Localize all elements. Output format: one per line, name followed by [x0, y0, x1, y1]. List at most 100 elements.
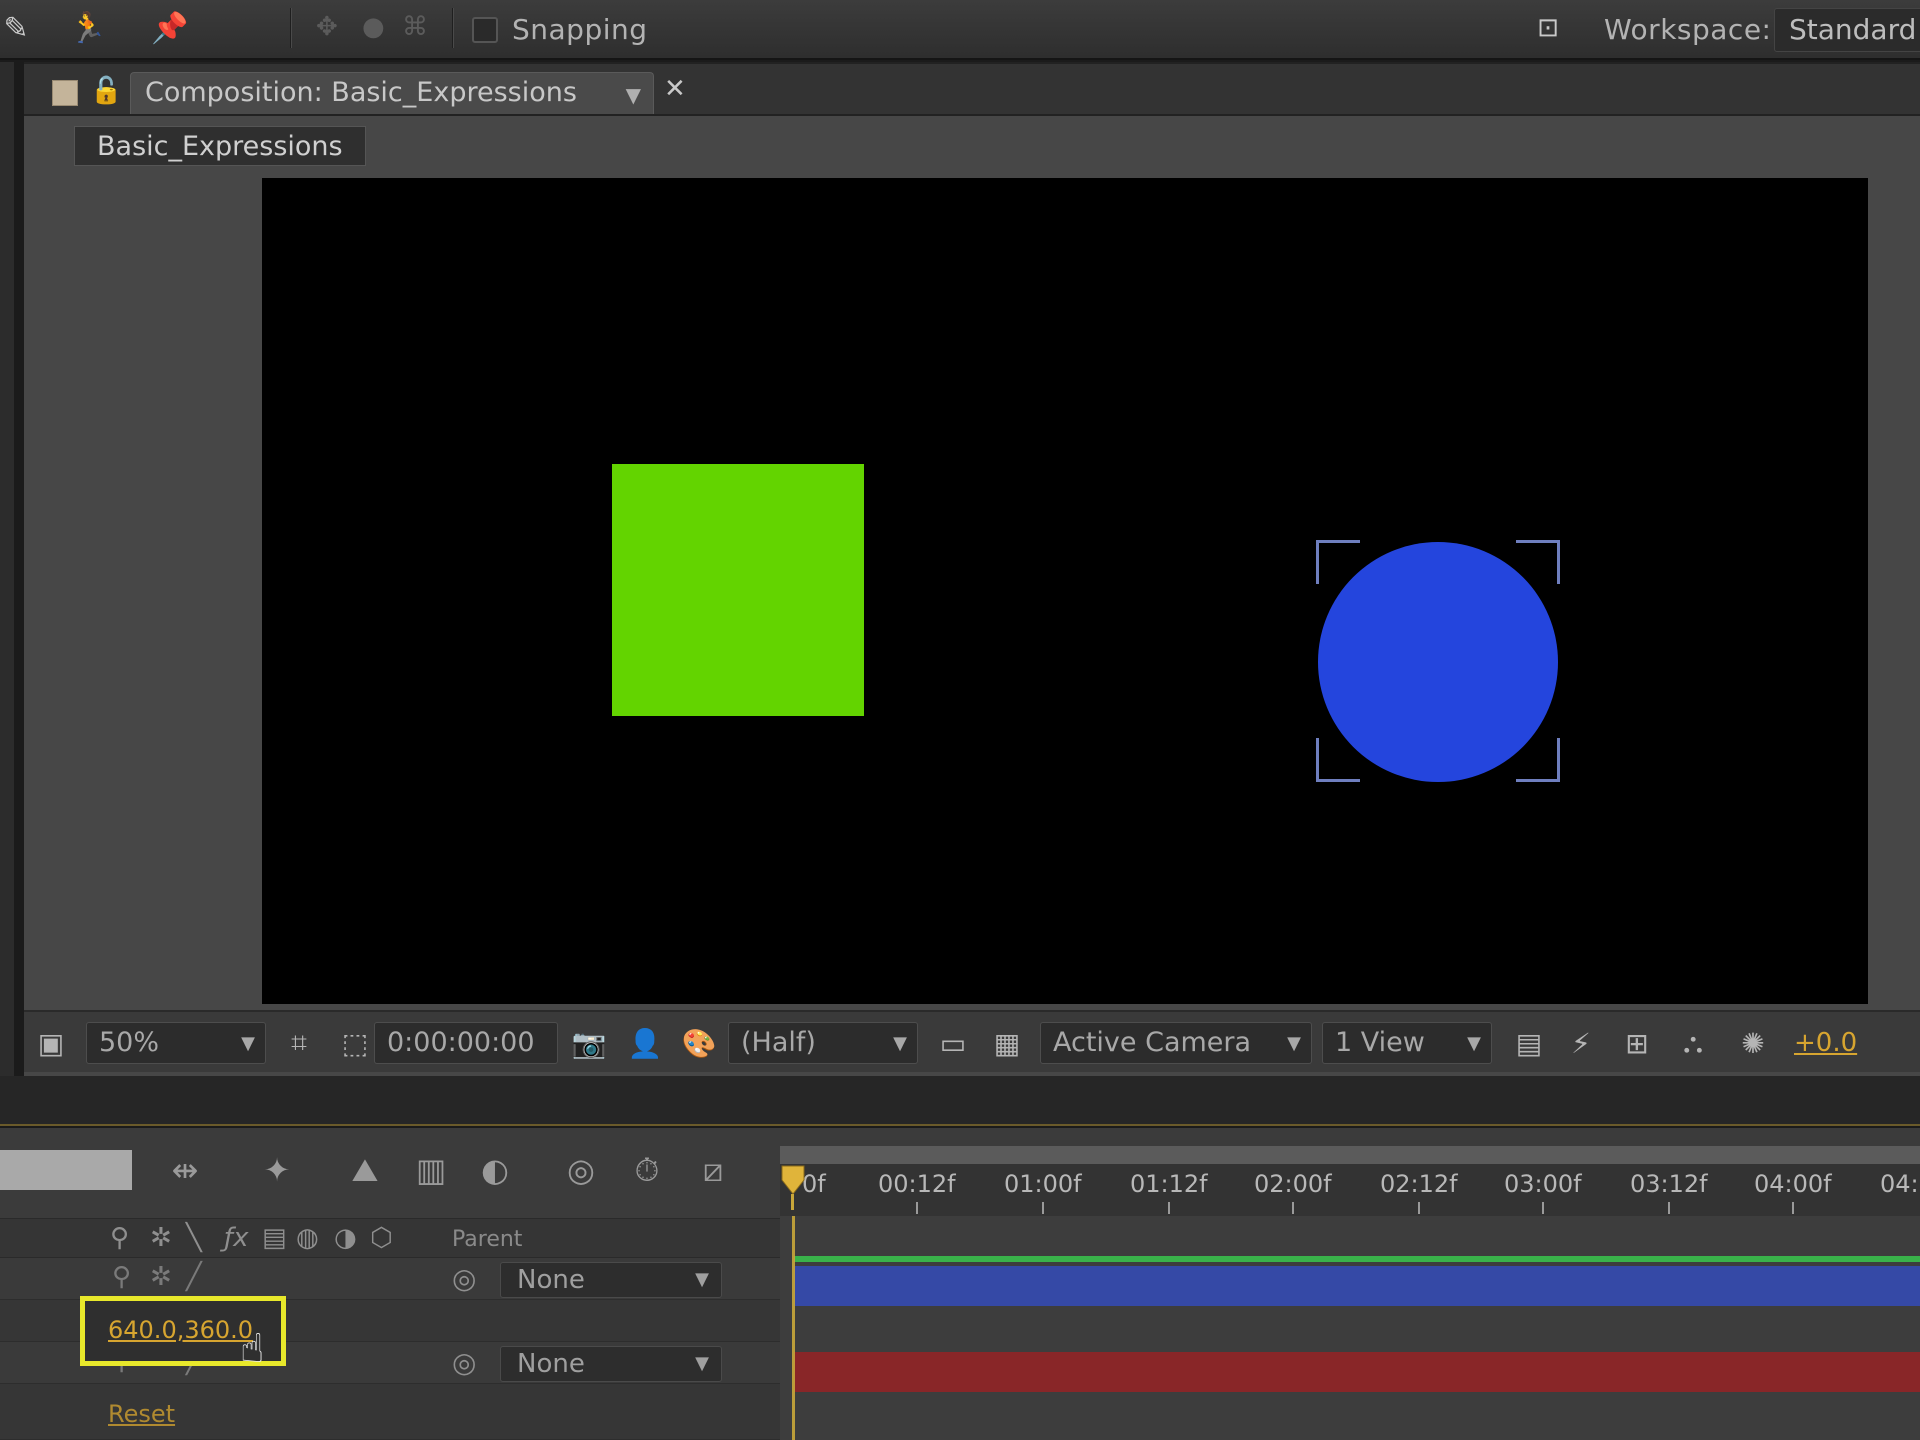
hand-cursor-icon: ☝: [240, 1326, 265, 1372]
work-area-bar[interactable]: [780, 1146, 1920, 1164]
snapshot-icon[interactable]: 📷: [568, 1022, 610, 1064]
composition-viewer[interactable]: [262, 178, 1868, 1004]
quality-icon: ╲: [186, 1223, 202, 1253]
panel-divider[interactable]: [0, 1076, 1920, 1126]
camera-value: Active Camera: [1053, 1027, 1252, 1058]
safe-zones-icon[interactable]: ⌗: [278, 1022, 320, 1064]
toggle-pixel-aspect-icon[interactable]: ▤: [1508, 1022, 1550, 1064]
ruler-tick-label: 01:12f: [1130, 1170, 1208, 1198]
selection-corner: [1516, 738, 1560, 782]
layer-duration-bar[interactable]: [794, 1266, 1920, 1306]
camera-select[interactable]: Active Camera ▼: [1040, 1022, 1312, 1064]
frame-blending-icon[interactable]: ▥: [406, 1146, 456, 1194]
layer-search-input[interactable]: [0, 1150, 132, 1190]
layer-column-header: ⚲ ✲ ╲ ƒx ▤ ◍ ◑ ⬡ Parent: [0, 1218, 780, 1258]
channel-icon[interactable]: 🎨: [678, 1022, 720, 1064]
effects-icon: ƒx: [224, 1223, 249, 1253]
always-preview-icon[interactable]: ▣: [30, 1022, 72, 1064]
parent-column-header: Parent: [452, 1227, 523, 1252]
toolbar-separator: [290, 8, 292, 48]
pick-whip-icon[interactable]: ◎: [452, 1262, 476, 1295]
lock-icon[interactable]: 🔓: [90, 76, 122, 106]
work-area-indicator: [794, 1256, 1920, 1262]
tab-composition[interactable]: Composition: Basic_Expressions ▼: [130, 72, 654, 114]
exposure-value[interactable]: +0.0: [1794, 1028, 1857, 1058]
layer-tracks[interactable]: [780, 1216, 1920, 1440]
ruler-tick-label: 00:12f: [878, 1170, 956, 1198]
ruler-tick-mark: [1168, 1202, 1170, 1214]
chevron-down-icon: ▼: [695, 1269, 709, 1290]
parent-select[interactable]: None ▼: [500, 1346, 722, 1382]
parent-select-value: None: [517, 1265, 585, 1295]
resolution-value: (Half): [741, 1027, 816, 1058]
close-icon[interactable]: ✕: [664, 74, 686, 104]
brush-icon[interactable]: ✎: [0, 6, 38, 50]
ruler-tick-label: 04:00f: [1754, 1170, 1832, 1198]
auto-keyframe-icon[interactable]: ⏱: [622, 1146, 672, 1194]
fast-previews-icon[interactable]: ⚡: [1560, 1022, 1602, 1064]
pin-icon[interactable]: 📌: [148, 6, 192, 50]
snapping-checkbox[interactable]: [472, 17, 498, 43]
motion-blur-icon[interactable]: ◐: [470, 1146, 520, 1194]
pick-whip-icon[interactable]: ◎: [452, 1346, 476, 1379]
toolbar-separator: [452, 8, 454, 48]
breadcrumb[interactable]: Basic_Expressions: [74, 126, 366, 166]
graph-editor-icon[interactable]: ⧄: [688, 1146, 738, 1194]
ruler-tick-mark: [1792, 1202, 1794, 1214]
chevron-down-icon: ▼: [1287, 1033, 1301, 1054]
world-icon[interactable]: ●: [362, 12, 385, 42]
hide-shy-layers-icon[interactable]: ⛰: [340, 1146, 390, 1194]
layer-duration-bar[interactable]: [794, 1352, 1920, 1392]
composition-tabbar: 🔓 Composition: Basic_Expressions ▼ ✕: [24, 64, 1920, 116]
composition-mini-flowchart-icon[interactable]: ⇹: [160, 1146, 210, 1194]
selection-corner: [1516, 540, 1560, 584]
reset-link[interactable]: Reset: [108, 1400, 175, 1428]
exposure-icon[interactable]: ✺: [1732, 1022, 1774, 1064]
view-axis-icon[interactable]: ⌘: [402, 12, 428, 42]
resolution-select[interactable]: (Half) ▼: [728, 1022, 918, 1064]
layer-row[interactable]: ⚲ ✲ ╱ ◎ None ▼: [0, 1258, 780, 1300]
motion-blur-switch-icon: ◍: [296, 1223, 319, 1253]
flowchart-icon[interactable]: ⛬: [1672, 1022, 1714, 1064]
adjustment-layer-icon: ◑: [334, 1223, 357, 1253]
green-square-layer[interactable]: [612, 464, 864, 716]
ruler-tick-mark: [1418, 1202, 1420, 1214]
mask-visibility-icon[interactable]: ⬚: [334, 1022, 376, 1064]
current-time-field[interactable]: 0:00:00:00: [374, 1022, 558, 1064]
ruler-tick-label: 04:: [1880, 1170, 1919, 1198]
chevron-down-icon: ▼: [241, 1033, 255, 1054]
shy-icon: ⚲: [110, 1223, 130, 1253]
composition-color-swatch: [52, 80, 78, 106]
workspace-select[interactable]: Standard: [1774, 8, 1920, 52]
ruler-tick-mark: [1668, 1202, 1670, 1214]
timeline-icon[interactable]: ⊞: [1616, 1022, 1658, 1064]
brainstorm-icon[interactable]: ◎: [556, 1146, 606, 1194]
position-value[interactable]: 640.0,360.0: [108, 1316, 253, 1344]
parent-select[interactable]: None ▼: [500, 1262, 722, 1298]
puppet-icon[interactable]: 🏃: [66, 6, 110, 50]
chevron-down-icon: ▼: [695, 1353, 709, 1374]
quality-icon[interactable]: ╱: [186, 1262, 202, 1292]
collapse-icon[interactable]: ✲: [150, 1262, 172, 1292]
ruler-tick-label: 02:12f: [1380, 1170, 1458, 1198]
draft-3d-icon[interactable]: ✦: [252, 1146, 302, 1194]
ruler-tick-mark: [916, 1202, 918, 1214]
view-layout-select[interactable]: 1 View ▼: [1322, 1022, 1492, 1064]
shy-icon[interactable]: ⚲: [112, 1262, 131, 1292]
view-layout-value: 1 View: [1335, 1027, 1425, 1058]
time-ruler[interactable]: 0f 00:12f 01:00f 01:12f 02:00f 02:12f 03…: [780, 1146, 1920, 1216]
axis-icon[interactable]: ✥: [316, 12, 338, 42]
region-of-interest-icon[interactable]: ▭: [932, 1022, 974, 1064]
show-snapshot-icon[interactable]: 👤: [624, 1022, 666, 1064]
chevron-down-icon[interactable]: ▼: [626, 83, 641, 107]
workspace-icon[interactable]: ⊡: [1526, 6, 1570, 50]
tools-toolbar: ✎ 🏃 📌 ✥ ● ⌘ Snapping ⊡ Workspace: Standa…: [0, 0, 1920, 60]
zoom-select[interactable]: 50% ▼: [86, 1022, 266, 1064]
ruler-tick-mark: [1542, 1202, 1544, 1214]
chevron-down-icon: ▼: [893, 1033, 907, 1054]
frame-blend-icon: ▤: [262, 1223, 287, 1253]
selection-corner: [1316, 540, 1360, 584]
zoom-value: 50%: [99, 1027, 160, 1058]
current-time-indicator-icon[interactable]: [780, 1140, 806, 1210]
transparency-grid-icon[interactable]: ▦: [986, 1022, 1028, 1064]
